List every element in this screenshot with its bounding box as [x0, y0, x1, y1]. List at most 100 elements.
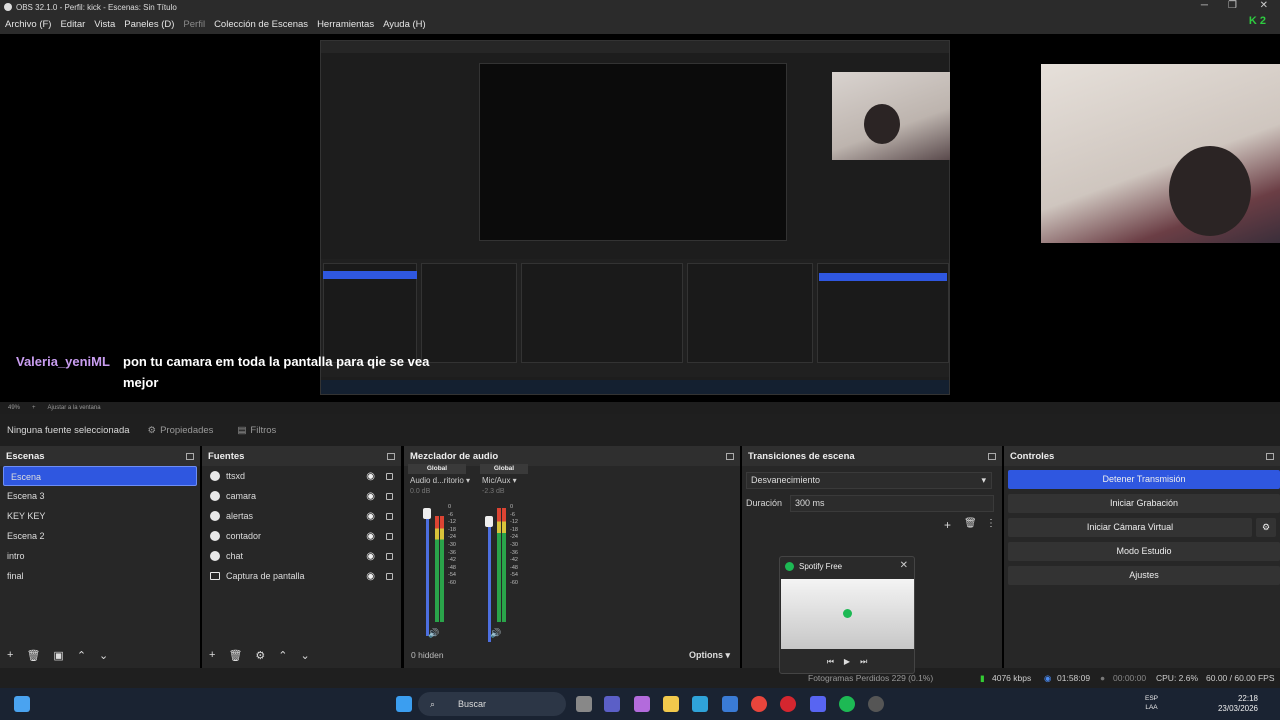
zoom-level[interactable]: 49% [8, 405, 20, 411]
close-icon[interactable]: ✕ [900, 560, 908, 571]
obs-taskbar-icon[interactable] [868, 696, 884, 712]
play-icon[interactable]: ▶ [844, 657, 850, 667]
start-recording-button[interactable]: Iniciar Grabación [1008, 494, 1280, 513]
channel-select[interactable]: Audio d...ritorio ▾ [408, 474, 470, 488]
up-arrow-icon[interactable]: ⌃ [77, 649, 86, 662]
up-arrow-icon[interactable]: ⌃ [278, 649, 287, 662]
popout-icon[interactable] [988, 452, 996, 460]
copilot-icon[interactable] [634, 696, 650, 712]
system-clock[interactable]: 22:18 23/03/2026 [1218, 694, 1258, 714]
volume-fader[interactable] [488, 522, 491, 642]
down-arrow-icon[interactable]: ⌄ [301, 649, 310, 662]
menu-ayuda[interactable]: Ayuda (H) [383, 19, 426, 30]
zoom-in-button[interactable]: + [32, 405, 36, 411]
speaker-icon[interactable]: 🔊 [490, 628, 501, 639]
popout-icon[interactable] [726, 452, 734, 460]
filter-icon[interactable]: ▣ [53, 649, 63, 662]
channel-select[interactable]: Mic/Aux ▾ [480, 474, 528, 488]
down-arrow-icon[interactable]: ⌄ [99, 649, 108, 662]
scenes-footer: + 🗑 ▣ ⌃ ⌄ [0, 642, 200, 668]
spotify-window[interactable]: Spotify Free ✕ ⏮ ▶ ⏭ [779, 556, 915, 674]
trash-icon[interactable]: 🗑 [964, 518, 977, 529]
language-indicator[interactable]: ESP LAA [1145, 694, 1158, 712]
source-item[interactable]: alertas ◉ [202, 506, 401, 526]
nested-selected-scene [323, 271, 417, 279]
store-icon[interactable] [722, 696, 738, 712]
fader-knob[interactable] [485, 516, 493, 527]
eye-icon[interactable]: ◉ [366, 531, 375, 542]
trash-icon[interactable]: 🗑 [26, 649, 40, 662]
fit-window-label[interactable]: Ajustar a la ventana [48, 405, 101, 411]
lock-icon[interactable] [386, 513, 393, 520]
trash-icon[interactable]: 🗑 [228, 649, 242, 662]
menu-editar[interactable]: Editar [60, 19, 85, 30]
source-item[interactable]: chat ◉ [202, 546, 401, 566]
virtual-camera-settings-button[interactable]: ⚙ [1256, 518, 1276, 537]
eye-icon[interactable]: ◉ [366, 471, 375, 482]
menu-archivo[interactable]: Archivo (F) [5, 19, 51, 30]
spotify-taskbar-icon[interactable] [839, 696, 855, 712]
maximize-button[interactable]: ❐ [1228, 0, 1237, 11]
gear-icon[interactable]: ⚙ [255, 649, 265, 662]
previous-icon[interactable]: ⏮ [827, 657, 834, 667]
eye-icon[interactable]: ◉ [366, 491, 375, 502]
transition-select[interactable]: Desvanecimiento ▾ [746, 472, 992, 489]
options-button[interactable]: Options ▾ [689, 650, 730, 661]
eye-icon[interactable]: ◉ [366, 511, 375, 522]
source-item[interactable]: Captura de pantalla ◉ [202, 566, 401, 586]
menu-perfil[interactable]: Perfil [183, 19, 205, 30]
menu-paneles[interactable]: Paneles (D) [124, 19, 174, 30]
volume-fader[interactable] [426, 516, 429, 636]
opera-icon[interactable] [780, 696, 796, 712]
lock-icon[interactable] [386, 473, 393, 480]
transitions-header: Transiciones de escena [742, 446, 1002, 466]
lock-icon[interactable] [386, 573, 393, 580]
nested-titlebar [321, 41, 949, 53]
discord-icon[interactable] [810, 696, 826, 712]
task-view-icon[interactable] [576, 696, 592, 712]
folder-icon[interactable] [663, 696, 679, 712]
scene-item[interactable]: Escena [3, 466, 197, 486]
filters-button[interactable]: ▤ Filtros [231, 421, 282, 440]
fader-knob[interactable] [423, 508, 431, 519]
source-item[interactable]: contador ◉ [202, 526, 401, 546]
source-item[interactable]: camara ◉ [202, 486, 401, 506]
scene-item[interactable]: final [0, 566, 200, 586]
settings-button[interactable]: Ajustes [1008, 566, 1280, 585]
add-icon[interactable]: + [209, 649, 215, 661]
menu-herramientas[interactable]: Herramientas [317, 19, 374, 30]
more-icon[interactable]: ⋮ [986, 518, 996, 529]
popout-icon[interactable] [186, 452, 194, 460]
menu-vista[interactable]: Vista [94, 19, 115, 30]
lock-icon[interactable] [386, 493, 393, 500]
source-item[interactable]: ttsxd ◉ [202, 466, 401, 486]
lock-icon[interactable] [386, 533, 393, 540]
taskbar-search[interactable]: ⌕ Buscar [418, 692, 566, 716]
virtual-camera-button[interactable]: Iniciar Cámara Virtual [1008, 518, 1252, 537]
add-icon[interactable]: + [944, 518, 951, 532]
windows-start-icon[interactable] [396, 696, 412, 712]
close-button[interactable]: ✕ [1260, 0, 1268, 11]
scene-item[interactable]: Escena 3 [0, 486, 200, 506]
scene-item[interactable]: Escena 2 [0, 526, 200, 546]
eye-icon[interactable]: ◉ [366, 571, 375, 582]
scene-item[interactable]: KEY KEY [0, 506, 200, 526]
edge-icon[interactable] [692, 696, 708, 712]
minimize-button[interactable]: ─ [1201, 0, 1208, 11]
lock-icon[interactable] [386, 553, 393, 560]
speaker-icon[interactable]: 🔊 [428, 628, 439, 639]
menu-coleccion[interactable]: Colección de Escenas [214, 19, 308, 30]
scene-item[interactable]: intro [0, 546, 200, 566]
add-icon[interactable]: + [7, 649, 13, 661]
next-icon[interactable]: ⏭ [860, 657, 867, 667]
popout-icon[interactable] [387, 452, 395, 460]
popout-icon[interactable] [1266, 452, 1274, 460]
duration-spinbox[interactable]: 300 ms [790, 495, 994, 512]
chrome-icon[interactable] [751, 696, 767, 712]
desktop-icon[interactable] [14, 696, 30, 712]
stop-stream-button[interactable]: Detener Transmisión [1008, 470, 1280, 489]
teams-icon[interactable] [604, 696, 620, 712]
properties-button[interactable]: ⚙ Propiedades [142, 421, 220, 440]
eye-icon[interactable]: ◉ [366, 551, 375, 562]
studio-mode-button[interactable]: Modo Estudio [1008, 542, 1280, 561]
